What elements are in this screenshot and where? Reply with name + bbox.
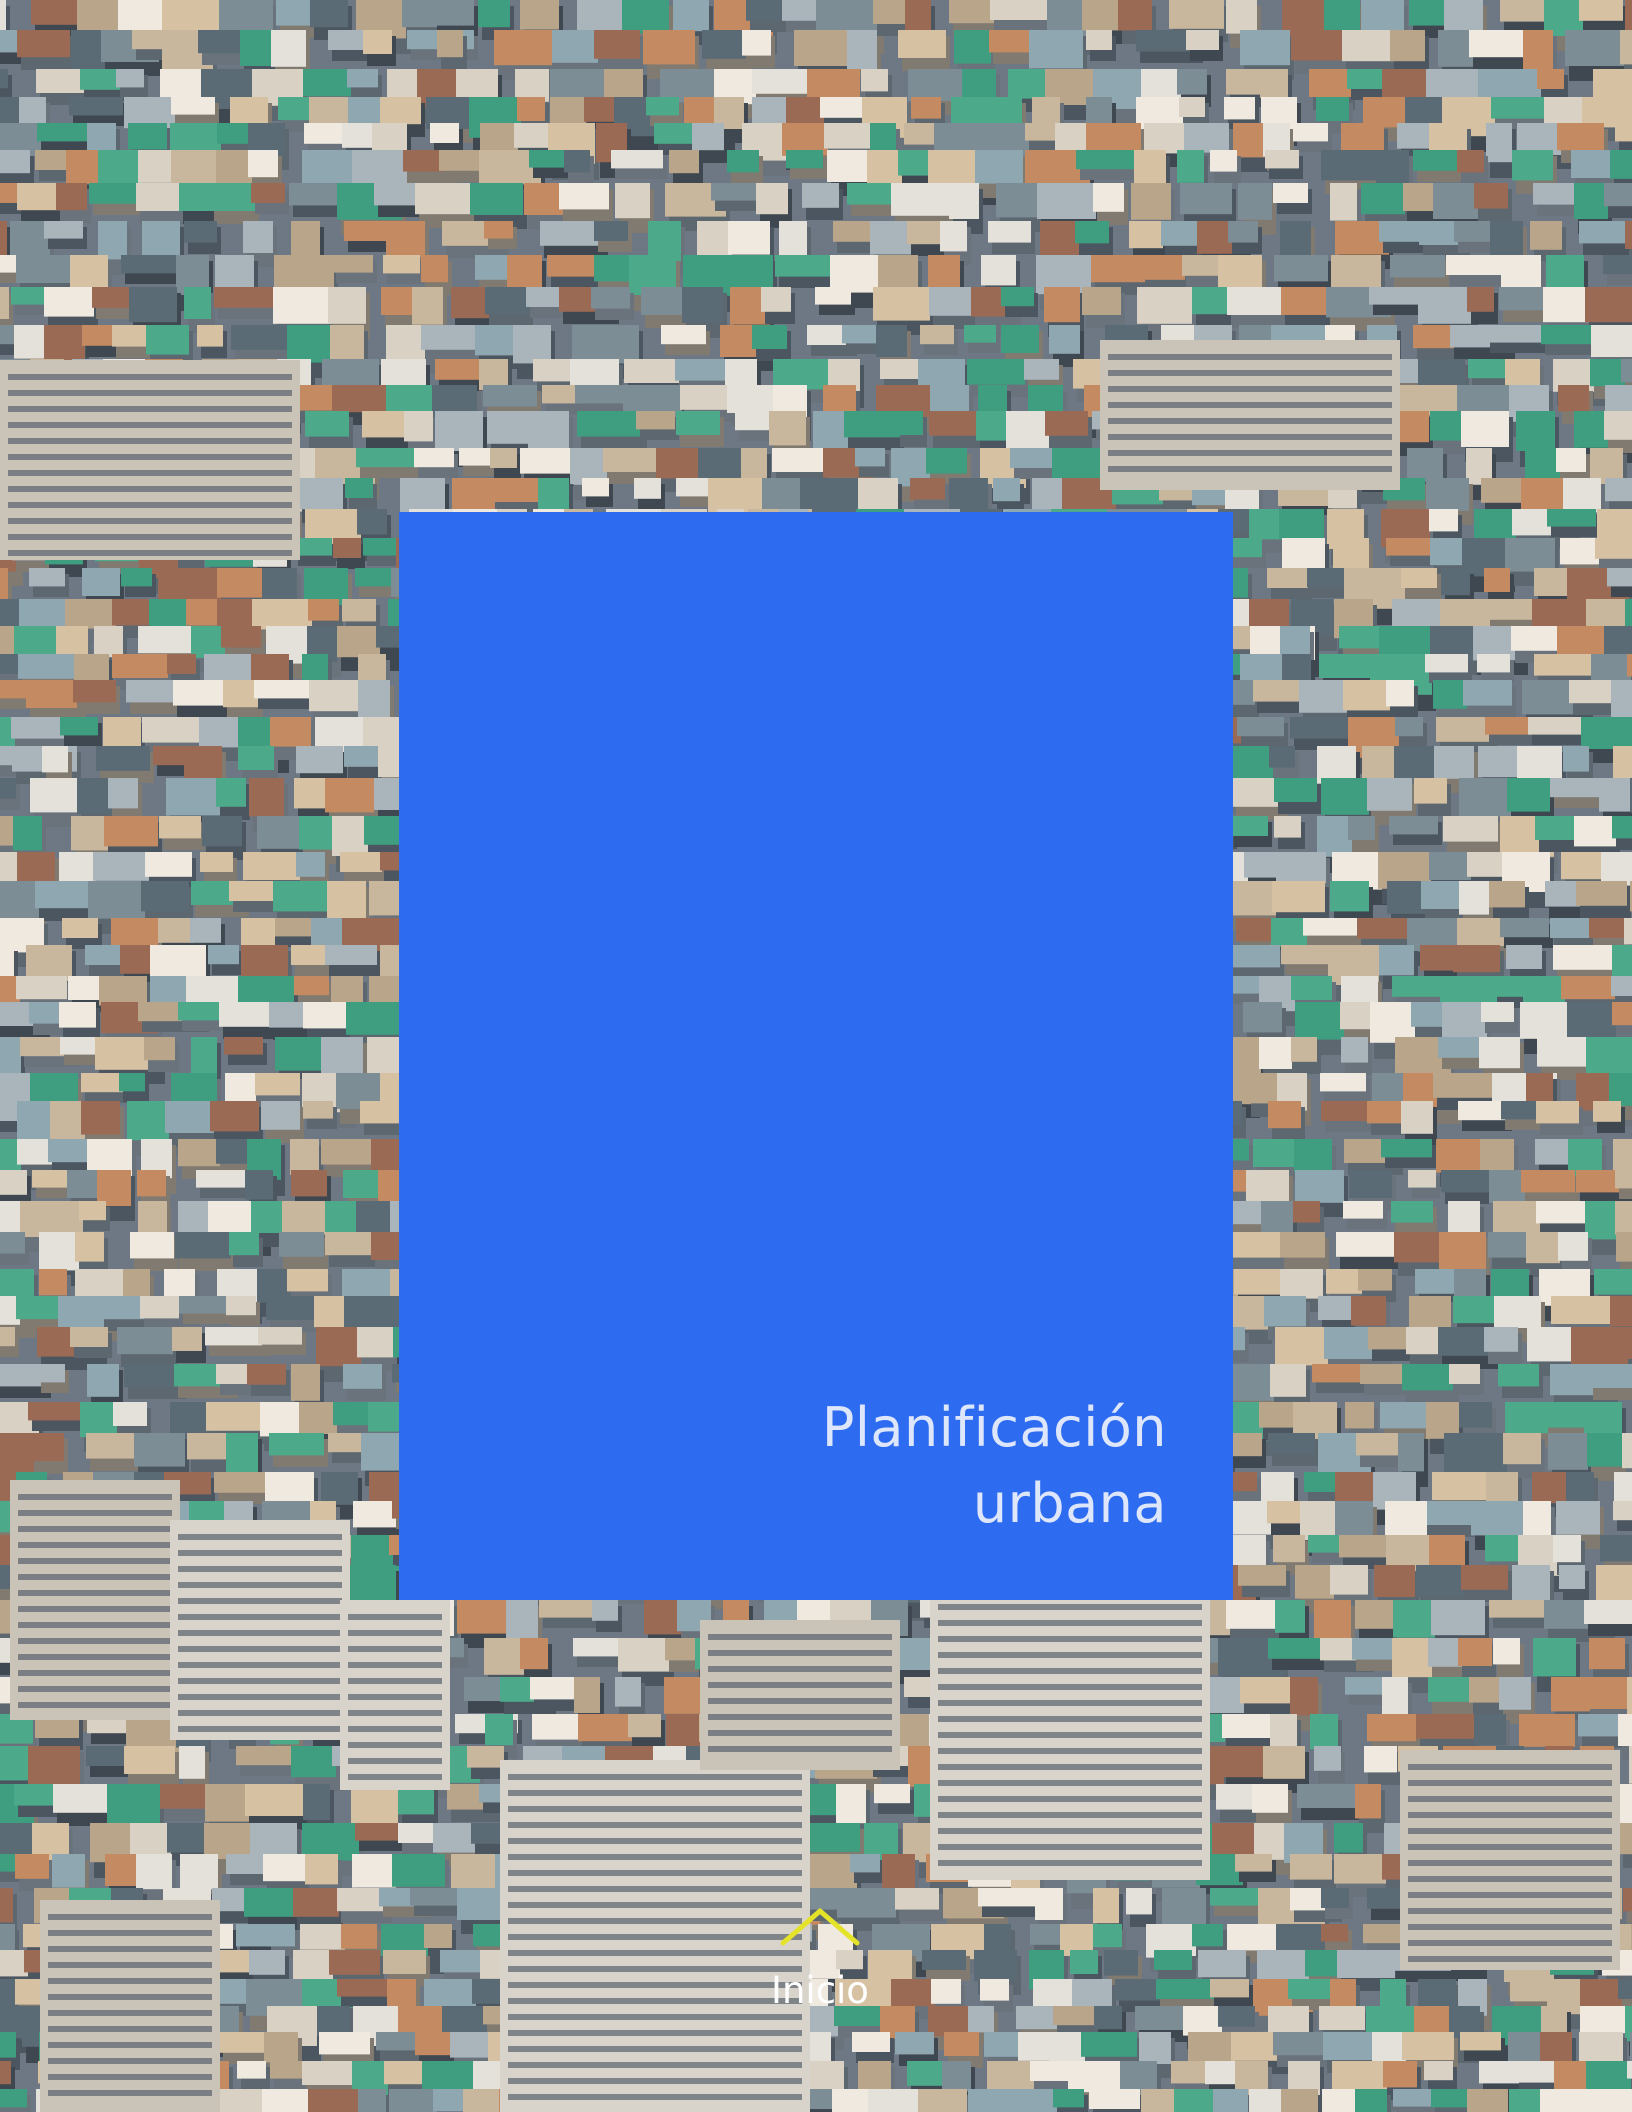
home-link-label: Inicio	[771, 1969, 869, 2012]
cover-panel: Planificación urbana	[399, 512, 1233, 1600]
cover-title-line-1: Planificación	[821, 1396, 1167, 1459]
cover-title-line-2: urbana	[972, 1472, 1167, 1535]
home-link[interactable]: Inicio	[741, 1905, 899, 2025]
chevron-up-icon	[780, 1908, 860, 1946]
cover-title: Planificación urbana	[822, 1390, 1167, 1542]
